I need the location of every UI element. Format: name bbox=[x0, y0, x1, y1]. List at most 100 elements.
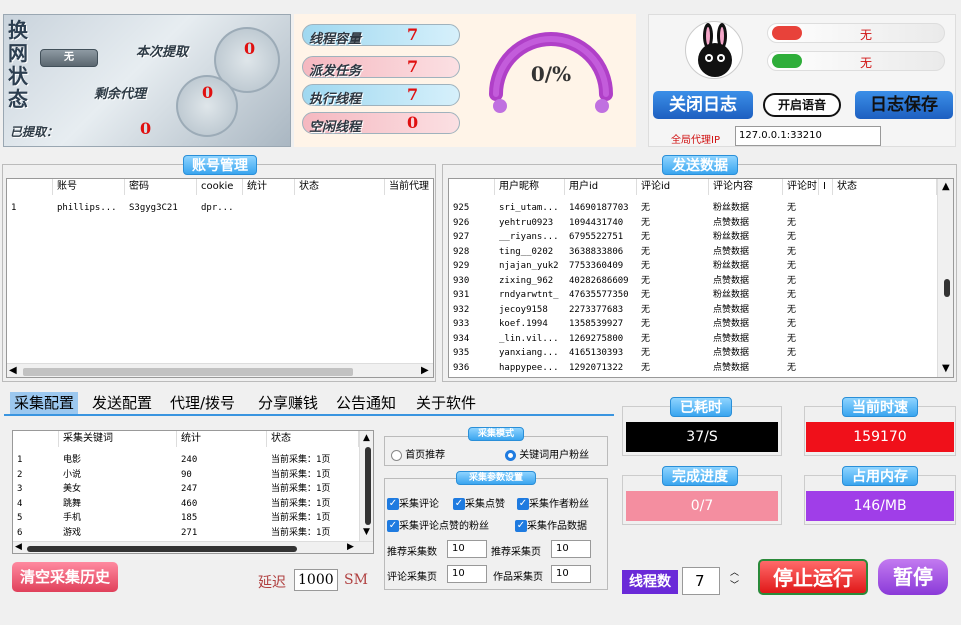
cell-uid: 14690187703 bbox=[569, 203, 629, 213]
scroll-up-icon[interactable]: ▲ bbox=[363, 433, 370, 443]
list-item[interactable]: 5 手机 185 当前采集：1页 bbox=[13, 511, 359, 525]
table-row[interactable]: 928 ting__0202 3638833806 无 点赞数据 无 bbox=[449, 245, 937, 259]
stop-button[interactable]: 停止运行 bbox=[758, 559, 868, 595]
voice-button[interactable]: 开启语音 bbox=[763, 93, 841, 117]
list-item[interactable]: 4 跳舞 460 当前采集：1页 bbox=[13, 497, 359, 511]
tab-collect-config[interactable]: 采集配置 bbox=[10, 392, 79, 414]
table-row[interactable]: 1 phillips... S3gyg3C21 dpr... bbox=[7, 201, 433, 215]
cell-account: phillips... bbox=[57, 203, 117, 213]
tab-proxy[interactable]: 代理/拨号 bbox=[166, 392, 239, 414]
kw-vscrollbar[interactable]: ▲ ▼ bbox=[359, 431, 373, 541]
scroll-left-icon[interactable]: ◀ bbox=[15, 542, 22, 552]
send-table[interactable]: 用户昵称 用户id 评论id 评论内容 评论时 I 状态 925 sri_utam… bbox=[448, 178, 954, 378]
scroll-right-icon[interactable]: ▶ bbox=[347, 542, 354, 552]
accounts-col-status: 状态 bbox=[295, 179, 385, 195]
table-row[interactable]: 925 sri_utam... 14690187703 无 粉丝数据 无 bbox=[449, 201, 937, 215]
stepper-up-icon[interactable]: ︿ bbox=[730, 567, 739, 580]
cell-cid: 无 bbox=[641, 246, 651, 257]
cell-idx: 925 bbox=[453, 203, 470, 213]
clear-history-button[interactable]: 清空采集历史 bbox=[12, 562, 118, 592]
tab-notice[interactable]: 公告通知 bbox=[332, 392, 400, 414]
scroll-thumb[interactable] bbox=[27, 546, 297, 552]
scroll-right-icon[interactable]: ▶ bbox=[421, 365, 429, 376]
keywords-table[interactable]: 采集关键词 统计 状态 1 电影 240 当前采集：1页 2 小说 90 当前采集：1页 3 美女… bbox=[12, 430, 374, 554]
cell-cid: 无 bbox=[641, 304, 651, 315]
send-col-i: I bbox=[819, 179, 833, 195]
stepper-down-icon[interactable]: ﹀ bbox=[730, 580, 739, 593]
delay-input[interactable]: 1000 bbox=[294, 569, 338, 591]
table-row[interactable]: 929 njajan_yuk2 7753360409 无 粉丝数据 无 bbox=[449, 259, 937, 273]
accounts-hscrollbar[interactable]: ◀ ▶ bbox=[7, 363, 433, 377]
cell-content: 点赞数据 bbox=[713, 275, 750, 286]
cell-time: 无 bbox=[787, 290, 797, 300]
cell-content: 粉丝数据 bbox=[713, 261, 750, 271]
cell-uid: 6795522751 bbox=[569, 232, 624, 242]
send-vscrollbar[interactable]: ▲ ▼ bbox=[937, 179, 953, 377]
gauge-end-left bbox=[493, 99, 507, 113]
table-row[interactable]: 927 __riyans... 6795522751 无 粉丝数据 无 bbox=[449, 230, 937, 244]
chk-author-fans[interactable]: ✓ 采集作者粉丝 bbox=[517, 495, 589, 510]
send-col-nick: 用户昵称 bbox=[495, 179, 565, 195]
chk-works[interactable]: ✓ 采集作品数据 bbox=[515, 517, 587, 532]
work-page-input[interactable]: 10 bbox=[551, 565, 591, 583]
close-log-button[interactable]: 关闭日志 bbox=[653, 91, 753, 119]
chk-author-fans-label: 采集作者粉丝 bbox=[529, 499, 589, 510]
scroll-down-icon[interactable]: ▼ bbox=[363, 527, 370, 537]
cell-status: 当前采集：1页 bbox=[271, 527, 331, 538]
scroll-left-icon[interactable]: ◀ bbox=[9, 365, 17, 376]
cell-idx: 1 bbox=[17, 455, 23, 465]
scroll-thumb[interactable] bbox=[944, 279, 950, 297]
scroll-thumb[interactable] bbox=[365, 447, 371, 525]
rec-page-input[interactable]: 10 bbox=[551, 540, 591, 558]
mode-keyword-radio[interactable]: 关键词用户粉丝 bbox=[505, 446, 589, 461]
send-col-status: 状态 bbox=[833, 179, 937, 195]
table-row[interactable]: 933 koef.1994 1358539927 无 点赞数据 无 bbox=[449, 317, 937, 331]
cell-stat: 240 bbox=[181, 455, 198, 465]
memory-value: 146/MB bbox=[806, 491, 954, 521]
list-item[interactable]: 3 美女 247 当前采集：1页 bbox=[13, 482, 359, 496]
cell-status: 当前采集：1页 bbox=[271, 455, 331, 465]
cell-content: 点赞数据 bbox=[713, 304, 750, 315]
status-row-1: 无 bbox=[767, 23, 945, 43]
cell-content: 点赞数据 bbox=[713, 319, 750, 329]
list-item[interactable]: 6 游戏 271 当前采集：1页 bbox=[13, 526, 359, 540]
dispatch-tasks-value: 7 bbox=[407, 57, 419, 76]
table-row[interactable]: 926 yehtru0923 1094431740 无 点赞数据 无 bbox=[449, 216, 937, 230]
cell-idx: 931 bbox=[453, 290, 470, 300]
table-row[interactable]: 934 _lin.vil... 1269275800 无 点赞数据 无 bbox=[449, 332, 937, 346]
scroll-up-icon[interactable]: ▲ bbox=[942, 181, 950, 192]
cell-kw: 小说 bbox=[63, 469, 82, 480]
threads-stepper[interactable]: ︿ ﹀ bbox=[730, 567, 739, 593]
table-row[interactable]: 931 rndyarwtnt_ 47635577350 无 粉丝数据 无 bbox=[449, 288, 937, 302]
accounts-table[interactable]: 账号 密码 cookie 统计 状态 当前代理 1 phillips... S3… bbox=[6, 178, 434, 378]
table-row[interactable]: 936 happypee... 1292071322 无 点赞数据 无 bbox=[449, 361, 937, 375]
table-row[interactable]: 932 jecoy9158 2273377683 无 点赞数据 无 bbox=[449, 303, 937, 317]
tab-about[interactable]: 关于软件 bbox=[412, 392, 480, 414]
rec-count-input[interactable]: 10 bbox=[447, 540, 487, 558]
cell-uid: 1094431740 bbox=[569, 217, 624, 228]
tab-share[interactable]: 分享赚钱 bbox=[254, 392, 322, 414]
mode-home-radio[interactable]: 首页推荐 bbox=[391, 446, 445, 461]
pause-button[interactable]: 暂停 bbox=[878, 559, 948, 595]
cell-kw: 电影 bbox=[63, 455, 82, 465]
list-item[interactable]: 1 电影 240 当前采集：1页 bbox=[13, 453, 359, 467]
kw-hscrollbar[interactable]: ◀ ▶ bbox=[13, 541, 373, 553]
chk-comment[interactable]: ✓ 采集评论 bbox=[387, 495, 439, 510]
elapsed-value: 37/S bbox=[626, 422, 778, 452]
save-log-button[interactable]: 日志保存 bbox=[855, 91, 953, 119]
table-row[interactable]: 930 zixing_962 40282686609 无 点赞数据 无 bbox=[449, 274, 937, 288]
proxy-input[interactable]: 127.0.0.1:33210 bbox=[735, 126, 881, 146]
scroll-thumb[interactable] bbox=[23, 368, 353, 376]
cmt-page-input[interactable]: 10 bbox=[447, 565, 487, 583]
extracted-value: 0 bbox=[140, 119, 152, 138]
tab-send-config[interactable]: 发送配置 bbox=[88, 392, 156, 414]
cell-uid: 1292071322 bbox=[569, 362, 624, 373]
scroll-down-icon[interactable]: ▼ bbox=[942, 363, 950, 374]
rec-page-label: 推荐采集页 bbox=[491, 547, 541, 558]
threads-input[interactable]: 7 bbox=[682, 567, 720, 595]
cell-content: 点赞数据 bbox=[713, 333, 750, 344]
chk-comment-like-fans[interactable]: ✓ 采集评论点赞的粉丝 bbox=[387, 517, 489, 532]
table-row[interactable]: 935 yanxiang... 4165130393 无 点赞数据 无 bbox=[449, 346, 937, 360]
chk-like[interactable]: ✓ 采集点赞 bbox=[453, 495, 505, 510]
list-item[interactable]: 2 小说 90 当前采集：1页 bbox=[13, 468, 359, 482]
